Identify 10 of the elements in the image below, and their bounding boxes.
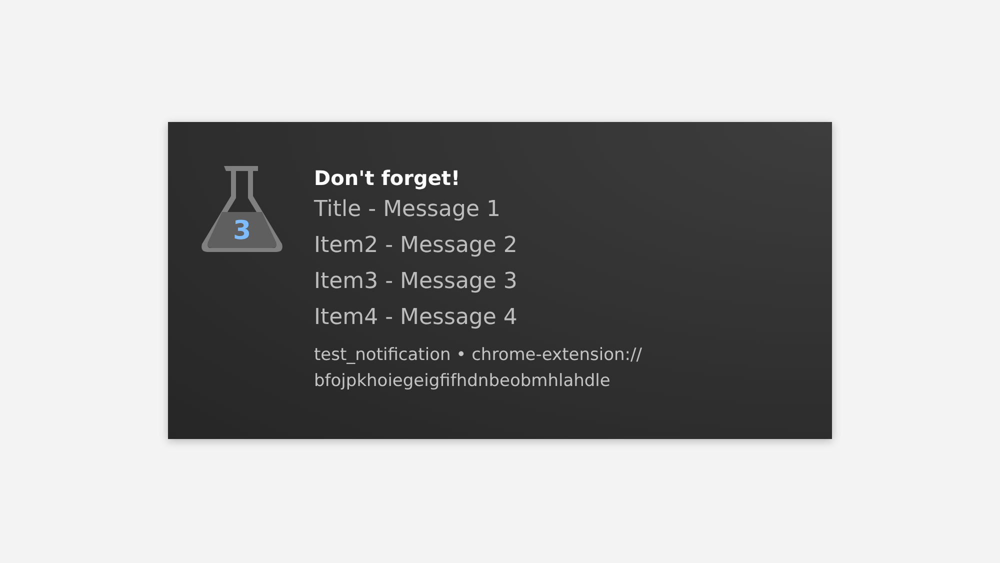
- flask-icon: [200, 164, 284, 254]
- notification-title: Don't forget!: [314, 165, 462, 192]
- message-line: Item3 - Message 3: [314, 268, 518, 296]
- notification-card[interactable]: 3 Don't forget! Title - Message 1 Item2 - Message 2 Item3 - Message 3 Item4 - Message 4 test_notification • chrome-extension:// bfojpkhoiegeigfifhdnbeobmhlahdle: [168, 122, 832, 439]
- message-line: Item2 - Message 2: [314, 232, 518, 260]
- message-line: Item4 - Message 4: [314, 304, 518, 332]
- notification-source: test_notification • chrome-extension://: [314, 344, 642, 367]
- message-line: Title - Message 1: [314, 196, 502, 224]
- flask-number: 3: [232, 218, 252, 244]
- extension-id: bfojpkhoiegeigfifhdnbeobmhlahdle: [314, 370, 612, 393]
